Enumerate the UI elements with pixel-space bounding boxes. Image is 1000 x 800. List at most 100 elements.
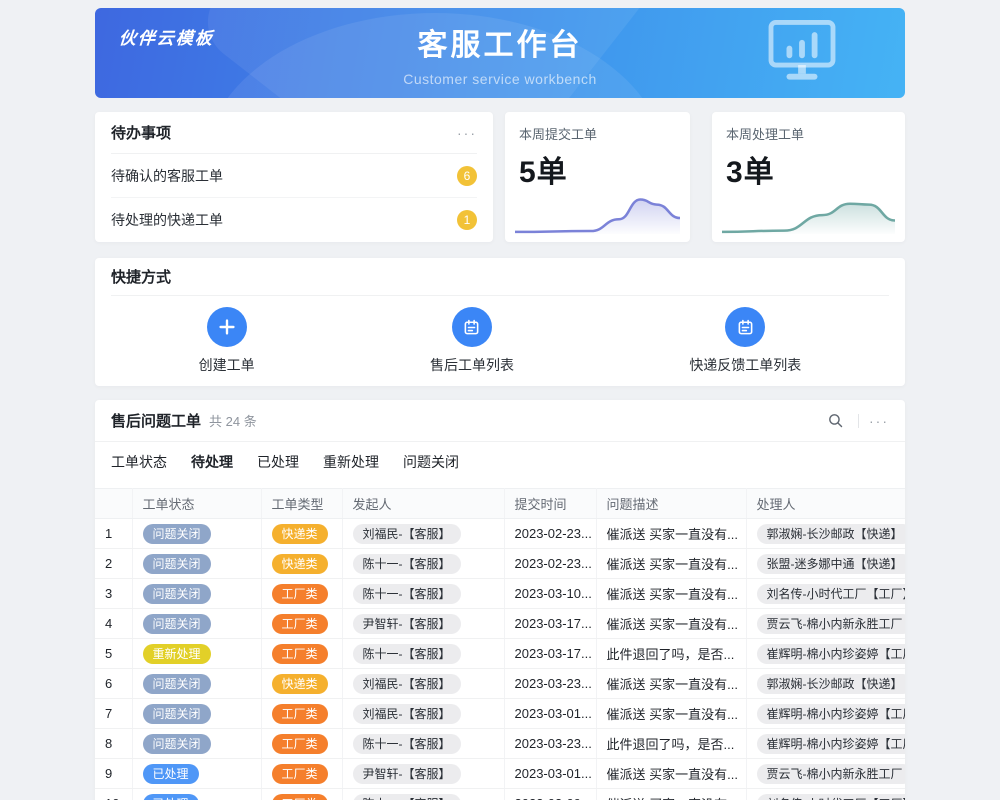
person-pill: 崔辉明-棉小内珍姿婷【工厂】: [757, 704, 906, 724]
filter-option-待处理[interactable]: 待处理: [191, 454, 233, 470]
person-pill: 刘福民-【客服】: [353, 704, 461, 724]
todo-item[interactable]: 待处理的快递工单 1: [111, 198, 477, 242]
cell-status: 已处理: [132, 789, 261, 800]
todo-card-title: 待办事项: [111, 122, 171, 143]
todo-card-header: 待办事项 ···: [111, 112, 477, 154]
cell-status: 问题关闭: [132, 699, 261, 729]
table-row[interactable]: 3问题关闭工厂类陈十一-【客服】2023-03-10...催派送 买家一直没有.…: [95, 579, 905, 609]
cell-type: 工厂类: [261, 789, 342, 800]
type-pill: 工厂类: [272, 734, 328, 754]
cell-handler: 崔辉明-棉小内珍姿婷【工厂】: [746, 639, 905, 669]
type-pill: 快递类: [272, 524, 328, 544]
table-row[interactable]: 8问题关闭工厂类陈十一-【客服】2023-03-23...此件退回了吗，是否..…: [95, 729, 905, 759]
cell-handler: 崔辉明-棉小内珍姿婷【工厂】: [746, 729, 905, 759]
page-subtitle: Customer service workbench: [403, 71, 597, 87]
monitor-chart-icon: [761, 20, 843, 87]
cell-description: 催派送 买家一直没有...: [596, 609, 746, 639]
stat-value: 3单: [726, 147, 891, 191]
cell-submit-time: 2023-03-23...: [504, 669, 596, 699]
person-pill: 贾云飞-棉小内新永胜工厂: [757, 614, 906, 634]
status-pill: 问题关闭: [143, 704, 211, 724]
more-icon[interactable]: ···: [457, 126, 477, 140]
table-row[interactable]: 2问题关闭快递类陈十一-【客服】2023-02-23...催派送 买家一直没有.…: [95, 549, 905, 579]
cell-submit-time: 2023-02-23...: [504, 549, 596, 579]
row-index: 5: [95, 639, 132, 669]
cell-type: 工厂类: [261, 729, 342, 759]
cell-handler: 贾云飞-棉小内新永胜工厂: [746, 609, 905, 639]
table-row[interactable]: 10已处理工厂类陈十一-【客服】2023-03-09...催派送 买家一直没有.…: [95, 789, 905, 800]
type-pill: 快递类: [272, 674, 328, 694]
worksheet-header: 售后问题工单 共 24 条 ···: [95, 400, 905, 442]
cell-handler: 郭淑娴-长沙邮政【快递】: [746, 669, 905, 699]
todo-item[interactable]: 待确认的客服工单6: [111, 154, 477, 198]
table-header-row: 工单状态工单类型发起人提交时间问题描述处理人: [95, 489, 905, 519]
shortcut-label: 售后工单列表: [430, 355, 514, 375]
cell-description: 催派送 买家一直没有...: [596, 579, 746, 609]
person-pill: 刘福民-【客服】: [353, 524, 461, 544]
cell-submit-time: 2023-03-17...: [504, 639, 596, 669]
person-pill: 陈十一-【客服】: [353, 794, 461, 800]
cell-status: 问题关闭: [132, 669, 261, 699]
stat-value: 5单: [519, 147, 676, 191]
cell-creator: 陈十一-【客服】: [342, 789, 504, 800]
person-pill: 刘福民-【客服】: [353, 674, 461, 694]
row-index: 2: [95, 549, 132, 579]
status-pill: 问题关闭: [143, 584, 211, 604]
column-header: 工单类型: [261, 489, 342, 519]
row-index: 8: [95, 729, 132, 759]
shortcut-list: 创建工单 售后工单列表 快递反馈工单列表: [111, 296, 889, 386]
shortcut-label: 创建工单: [199, 355, 255, 375]
person-pill: 尹智轩-【客服】: [353, 614, 461, 634]
count-badge: 6: [457, 166, 477, 186]
row-index: 6: [95, 669, 132, 699]
status-pill: 已处理: [143, 794, 199, 800]
cell-handler: 刘名传-小时代工厂【工厂】: [746, 789, 905, 800]
filter-label: 工单状态: [111, 452, 167, 472]
table-row[interactable]: 5重新处理工厂类陈十一-【客服】2023-03-17...此件退回了吗，是否..…: [95, 639, 905, 669]
worksheet-title: 售后问题工单: [111, 410, 201, 431]
shortcut-售后工单列表[interactable]: 售后工单列表: [430, 307, 514, 375]
cell-submit-time: 2023-03-09...: [504, 789, 596, 800]
type-pill: 工厂类: [272, 614, 328, 634]
cell-submit-time: 2023-03-01...: [504, 699, 596, 729]
table-row[interactable]: 1问题关闭快递类刘福民-【客服】2023-02-23...催派送 买家一直没有.…: [95, 519, 905, 549]
type-pill: 工厂类: [272, 704, 328, 724]
row-index: 4: [95, 609, 132, 639]
count-badge: 1: [457, 210, 477, 230]
status-pill: 已处理: [143, 764, 199, 784]
cell-type: 快递类: [261, 669, 342, 699]
type-pill: 工厂类: [272, 764, 328, 784]
cell-creator: 陈十一-【客服】: [342, 579, 504, 609]
table-row[interactable]: 9已处理工厂类尹智轩-【客服】2023-03-01...催派送 买家一直没有..…: [95, 759, 905, 789]
table-row[interactable]: 4问题关闭工厂类尹智轩-【客服】2023-03-17...催派送 买家一直没有.…: [95, 609, 905, 639]
more-icon[interactable]: ···: [869, 414, 889, 428]
row-index: 10: [95, 789, 132, 800]
shortcut-快递反馈工单列表[interactable]: 快递反馈工单列表: [689, 307, 801, 375]
cell-creator: 陈十一-【客服】: [342, 729, 504, 759]
cell-status: 重新处理: [132, 639, 261, 669]
table-row[interactable]: 6问题关闭快递类刘福民-【客服】2023-03-23...催派送 买家一直没有.…: [95, 669, 905, 699]
cell-creator: 陈十一-【客服】: [342, 549, 504, 579]
page: 伙伴云模板 客服工作台 Customer service workbench 待…: [0, 0, 1000, 800]
todo-item-label: 待处理的快递工单: [111, 210, 223, 230]
column-header: 提交时间: [504, 489, 596, 519]
cell-status: 问题关闭: [132, 609, 261, 639]
shortcut-创建工单[interactable]: 创建工单: [199, 307, 255, 375]
filter-option-问题关闭[interactable]: 问题关闭: [403, 454, 459, 470]
search-icon[interactable]: [823, 408, 848, 433]
person-pill: 陈十一-【客服】: [353, 644, 461, 664]
table-row[interactable]: 7 问题关闭 工厂类 刘福民-【客服】 2023-03-01...催派送 买家一直没有.…: [95, 699, 905, 729]
cell-handler: 张盟-迷多娜中通【快递】: [746, 549, 905, 579]
shortcuts-header: 快捷方式: [111, 258, 889, 296]
row-index: 7: [95, 699, 132, 729]
trend-sparkline: [722, 188, 895, 236]
filter-option-已处理[interactable]: 已处理: [257, 454, 299, 470]
person-pill: 尹智轩-【客服】: [353, 764, 461, 784]
person-pill: 刘名传-小时代工厂【工厂】: [757, 794, 906, 800]
cell-description: 此件退回了吗，是否...: [596, 729, 746, 759]
filter-option-重新处理[interactable]: 重新处理: [323, 454, 379, 470]
cell-status: 问题关闭: [132, 549, 261, 579]
person-pill: 陈十一-【客服】: [353, 734, 461, 754]
type-pill: 快递类: [272, 554, 328, 574]
cell-description: 催派送 买家一直没有...: [596, 699, 746, 729]
